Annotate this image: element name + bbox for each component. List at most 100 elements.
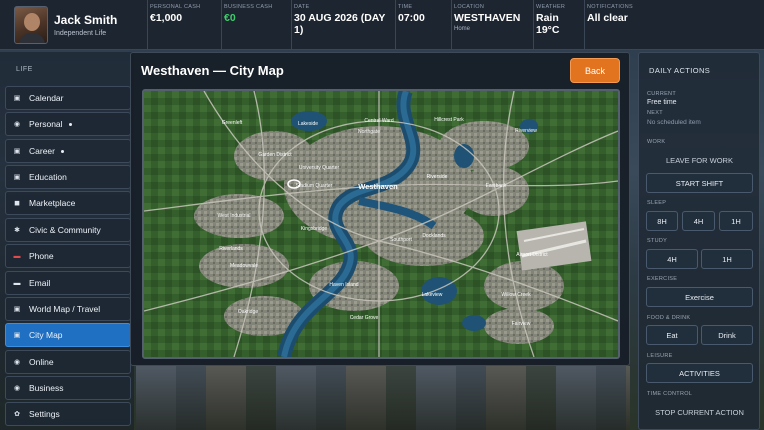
map-label[interactable]: Airport District [516,252,548,258]
houses-scenery [136,366,630,430]
stat-label: TIME [398,4,413,10]
map-label[interactable]: Oakridge [238,309,259,315]
map-label[interactable]: Greenleft [222,120,243,126]
sidebar-item-label: Education [29,172,67,182]
next-value: No scheduled item [647,119,701,126]
online-icon: ◉ [13,359,21,366]
map-label[interactable]: Southport [390,237,412,243]
leave-for-work-button[interactable]: LEAVE FOR WORK [646,150,753,170]
map-label[interactable]: Hillcrest Park [434,117,464,123]
map-label[interactable]: Riverview [515,128,537,134]
work-label: WORK [647,139,666,145]
sidebar-item-city-map[interactable]: ▣ City Map [5,323,131,347]
sidebar-item-label: Calendar [29,93,64,103]
eat-button[interactable]: Eat [646,325,698,345]
stat-time: TIME 07:00 [396,0,452,50]
back-button[interactable]: Back [570,58,620,83]
next-label: NEXT [647,110,663,116]
map-label[interactable]: Central Ward [364,118,393,124]
sidebar: LIFE ▣ Calendar ◉ Personal ▣ Career ▣ Education… [0,52,134,430]
map-label[interactable]: Lakeview [422,292,443,298]
sidebar-item-business[interactable]: ◉ Business [5,376,131,400]
stat-notifications[interactable]: NOTIFICATIONS All clear [585,0,664,50]
city-map[interactable]: Greenleft Lakeside Central Ward Northgat… [142,89,620,359]
stat-value: WESTHAVEN [454,12,521,24]
stat-label: LOCATION [454,4,485,10]
map-label[interactable]: West Industrial [218,213,251,219]
study-label: STUDY [647,238,668,244]
map-label[interactable]: Willow Creek [501,292,531,298]
sidebar-item-label: Phone [29,251,54,261]
exercise-label: EXERCISE [647,276,678,282]
food-drink-label: FOOD & DRINK [647,315,691,321]
map-label[interactable]: Stadium Quarter [296,183,333,189]
sleep-8h-button[interactable]: 8H [646,211,678,231]
map-label[interactable]: Riverside [427,174,448,180]
study-1h-button[interactable]: 1H [701,249,753,269]
stat-date: DATE 30 AUG 2026 (DAY 1) [292,0,396,50]
sidebar-item-calendar[interactable]: ▣ Calendar [5,86,131,110]
stat-weather: WEATHER Rain 19°C [534,0,585,50]
sidebar-item-online[interactable]: ◉ Online [5,350,131,374]
sidebar-item-settings[interactable]: ✿ Settings [5,402,131,426]
map-label[interactable]: Garden District [258,152,292,158]
globe-icon: ▣ [13,306,21,313]
sleep-4h-button[interactable]: 4H [682,211,715,231]
briefcase-icon: ▣ [13,148,21,155]
gear-icon: ✿ [14,411,20,418]
map-label[interactable]: University Quarter [299,165,340,171]
sleep-label: SLEEP [647,200,667,206]
city-map-panel: Westhaven — City Map Back Greenleft Lake… [130,52,630,366]
sidebar-item-civic-community[interactable]: ✱ Civic & Community [5,218,131,242]
current-label: CURRENT [647,91,676,97]
sidebar-item-label: Online [29,357,54,367]
map-label[interactable]: Northgate [358,129,380,135]
map-label[interactable]: Kingsbridge [301,226,328,232]
map-label[interactable]: Eastbank [486,183,507,189]
map-label[interactable]: Lakeside [298,121,318,127]
map-label[interactable]: Meadowvale [230,263,258,269]
map-label[interactable]: Cedar Grove [350,315,379,321]
cart-icon: ◼ [14,200,20,207]
sidebar-item-world-map-travel[interactable]: ▣ World Map / Travel [5,297,131,321]
sleep-1h-button[interactable]: 1H [719,211,753,231]
city-map-graphic[interactable]: Greenleft Lakeside Central Ward Northgat… [144,91,618,357]
sidebar-item-phone[interactable]: ▬ Phone [5,244,131,268]
sidebar-item-label: Personal [29,119,63,129]
profile-card[interactable]: Jack Smith Independent Life [0,0,148,50]
stat-personal-cash: PERSONAL CASH €1,000 [148,0,222,50]
stat-label: PERSONAL CASH [150,4,201,10]
community-icon: ✱ [14,227,20,234]
page-title: Westhaven — City Map [141,63,284,78]
leisure-label: LEISURE [647,353,673,359]
stat-location: LOCATION WESTHAVEN Home [452,0,534,50]
map-label[interactable]: Haven Island [329,282,358,288]
stat-value: All clear [587,12,628,24]
sidebar-item-label: Marketplace [29,198,76,208]
activities-button[interactable]: ACTIVITIES [646,363,753,383]
drink-button[interactable]: Drink [701,325,753,345]
profile-name: Jack Smith [54,13,118,27]
stop-current-action-button[interactable]: STOP CURRENT ACTION [646,402,753,422]
notification-dot [68,122,72,126]
sidebar-item-education[interactable]: ▣ Education [5,165,131,189]
study-4h-button[interactable]: 4H [646,249,698,269]
map-label-city[interactable]: Westhaven [358,182,398,191]
map-label[interactable]: Docklands [422,233,446,239]
sidebar-item-label: City Map [29,330,63,340]
stat-label: BUSINESS CASH [224,4,273,10]
sidebar-item-marketplace[interactable]: ◼ Marketplace [5,191,131,215]
stat-value: 07:00 [398,12,425,24]
map-label[interactable]: Fairview [512,321,531,327]
daily-actions-panel: DAILY ACTIONS CURRENT Free time NEXT No … [638,52,760,430]
profile-subtitle: Independent Life [54,30,107,37]
start-shift-button[interactable]: START SHIFT [646,173,753,193]
sidebar-item-personal[interactable]: ◉ Personal [5,112,131,136]
notification-dot [60,149,64,153]
exercise-button[interactable]: Exercise [646,287,753,307]
calendar-icon: ▣ [13,95,21,102]
map-label[interactable]: Riverlands [219,246,243,252]
sidebar-item-career[interactable]: ▣ Career [5,139,131,163]
business-icon: ◉ [13,385,21,392]
sidebar-item-email[interactable]: ▬ Email [5,271,131,295]
